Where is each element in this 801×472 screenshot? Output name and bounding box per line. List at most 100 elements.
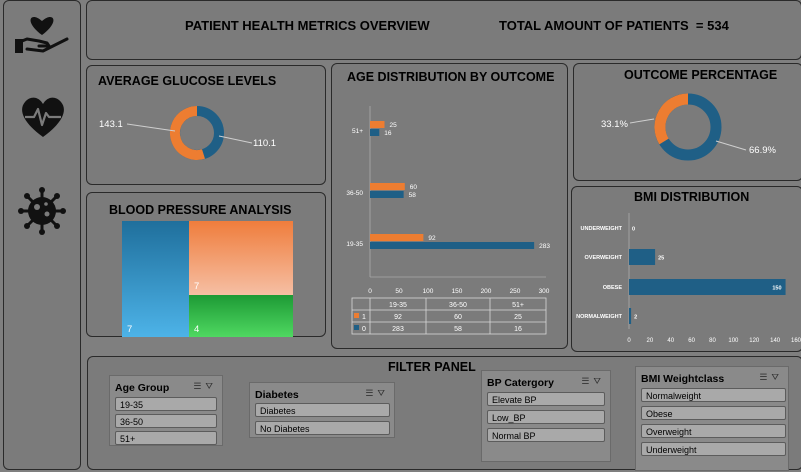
slicer-item-overweight[interactable]: Overweight [641, 424, 786, 438]
bmi-x-tick: 60 [688, 338, 695, 344]
age-bar-value: 60 [410, 184, 418, 191]
multi-select-icon[interactable]: ☰⛛ [193, 381, 217, 392]
slicer-item-normalweight[interactable]: Normalweight [641, 388, 786, 402]
age-bar-value: 16 [384, 130, 392, 137]
outcome-label-1: 33.1% [601, 119, 628, 130]
age-bar [370, 242, 535, 249]
age-table-head-1: 19-35 [389, 302, 407, 309]
bp-tile-orange [189, 221, 293, 295]
bmi-x-tick: 120 [749, 338, 760, 344]
age-category-label: 19-35 [346, 241, 363, 248]
age-x-tick: 50 [395, 288, 403, 295]
age-category-label: 51+ [352, 128, 363, 135]
bmi-weightclass-slicer[interactable]: BMI Weightclass ☰⛛ Normalweight Obese Ov… [635, 366, 789, 471]
multi-select-icon[interactable]: ☰⛛ [759, 372, 783, 383]
bmi-bar-value: 0 [632, 227, 635, 233]
age-card: AGE DISTRIBUTION BY OUTCOME 19-35 36-50 … [331, 63, 568, 349]
bmi-x-tick: 0 [627, 338, 631, 344]
age-table-cell: 25 [514, 314, 522, 321]
bp-treemap: 7 7 4 [122, 221, 293, 337]
age-bar [370, 121, 385, 128]
multi-select-icon[interactable]: ☰⛛ [365, 388, 389, 399]
bmi-category-label: OVERWEIGHT [585, 255, 623, 261]
age-table-series-1: 1 [362, 314, 366, 321]
age-category-label: 36-50 [346, 190, 363, 197]
glucose-label-1: 143.1 [99, 119, 123, 130]
page-title: PATIENT HEALTH METRICS OVERVIEW [185, 18, 430, 33]
bmi-bar [629, 279, 786, 295]
multi-select-icon[interactable]: ☰⛛ [581, 376, 605, 387]
slicer-item-no-diabetes[interactable]: No Diabetes [255, 421, 390, 435]
age-x-tick: 100 [423, 288, 434, 295]
glucose-ring-orange [169, 105, 205, 160]
glucose-label-2: 110.1 [253, 138, 276, 149]
age-bar [370, 129, 380, 136]
bmi-category-label: OBESE [603, 285, 623, 291]
age-x-tick: 150 [452, 288, 463, 295]
outcome-donut: 33.1% 66.9% [601, 93, 776, 161]
bp-card: BLOOD PRESSURE ANALYSIS 7 7 4 [86, 192, 326, 337]
bp-category-slicer[interactable]: BP Catergory ☰⛛ Elevate BP Low_BP Normal… [481, 370, 611, 462]
filter-panel: FILTER PANEL Age Group ☰⛛ 19-35 36-50 51… [87, 356, 801, 471]
slicer-item-obese[interactable]: Obese [641, 406, 786, 420]
bmi-category-label: UNDERWEIGHT [581, 226, 623, 232]
bmi-x-tick: 100 [728, 338, 739, 344]
age-bar-value: 25 [390, 122, 398, 129]
bp-tile-green [189, 295, 293, 337]
age-bar [370, 183, 405, 190]
age-group-slicer[interactable]: Age Group ☰⛛ 19-35 36-50 51+ [109, 375, 223, 446]
age-bar-value: 92 [428, 235, 436, 242]
virus-icon[interactable] [17, 187, 67, 235]
heart-pulse-icon[interactable] [19, 95, 67, 139]
filter-title: FILTER PANEL [388, 360, 476, 374]
age-x-tick: 300 [539, 288, 550, 295]
slicer-item-normal-bp[interactable]: Normal BP [487, 428, 605, 442]
age-table-cell: 60 [454, 314, 462, 321]
glucose-donut: 143.1 110.1 [99, 105, 276, 160]
slicer-item-36-50[interactable]: 36-50 [115, 414, 217, 428]
bmi-bar-value: 150 [772, 286, 781, 292]
glucose-card: AVERAGE GLUCOSE LEVELS 143.1 110.1 [86, 65, 326, 185]
slicer-item-underweight[interactable]: Underweight [641, 442, 786, 456]
bp-label-orange: 7 [194, 281, 199, 292]
age-bar-value: 283 [539, 243, 550, 250]
bmi-x-tick: 20 [647, 338, 654, 344]
outcome-ring-orange [654, 93, 689, 145]
slicer-item-elevate-bp[interactable]: Elevate BP [487, 392, 605, 406]
bmi-x-tick: 40 [667, 338, 674, 344]
bmi-card: BMI DISTRIBUTION UNDERWEIGHT 0 OVERWEIGHT 2… [571, 186, 801, 352]
age-table-head-3: 51+ [512, 302, 524, 309]
age-x-tick: 250 [510, 288, 521, 295]
bmi-chart: UNDERWEIGHT 0 OVERWEIGHT 25 OBESE 150 NORMALWE… [576, 213, 801, 344]
age-table-head-2: 36-50 [449, 302, 467, 309]
diabetes-slicer[interactable]: Diabetes ☰⛛ Diabetes No Diabetes [249, 382, 395, 438]
bmi-category-label: NORMALWEIGHT [576, 314, 622, 320]
sidebar [3, 0, 81, 470]
bmi-bar-value: 25 [658, 256, 664, 262]
total-patients: TOTAL AMOUNT OF PATIENTS = 534 [499, 18, 729, 33]
bmi-x-tick: 80 [709, 338, 716, 344]
bmi-bar-value: 2 [634, 315, 637, 321]
age-bar [370, 234, 424, 241]
bp-label-green: 4 [194, 324, 199, 335]
heart-in-hand-icon[interactable] [13, 9, 71, 55]
age-table-series-0: 0 [362, 326, 366, 333]
slicer-item-19-35[interactable]: 19-35 [115, 397, 217, 411]
age-table-cell: 92 [394, 314, 402, 321]
age-table-swatch-0 [354, 325, 359, 330]
age-table-cell: 283 [392, 326, 404, 333]
age-bar-value: 58 [409, 192, 417, 199]
bp-category-slicer-title: BP Catergory [487, 377, 554, 389]
slicer-item-diabetes[interactable]: Diabetes [255, 403, 390, 417]
bmi-weightclass-slicer-title: BMI Weightclass [641, 373, 725, 385]
bmi-x-tick: 160 [791, 338, 801, 344]
slicer-item-low-bp[interactable]: Low_BP [487, 410, 605, 424]
slicer-item-51-plus[interactable]: 51+ [115, 431, 217, 445]
age-x-tick: 200 [481, 288, 492, 295]
bmi-bar [629, 249, 656, 265]
bmi-x-tick: 140 [770, 338, 781, 344]
header-bar: PATIENT HEALTH METRICS OVERVIEW TOTAL AM… [86, 0, 801, 60]
age-table-swatch-1 [354, 313, 359, 318]
outcome-card: OUTCOME PERCENTAGE 33.1% 66.9% [573, 63, 801, 181]
bmi-bar [629, 308, 632, 324]
